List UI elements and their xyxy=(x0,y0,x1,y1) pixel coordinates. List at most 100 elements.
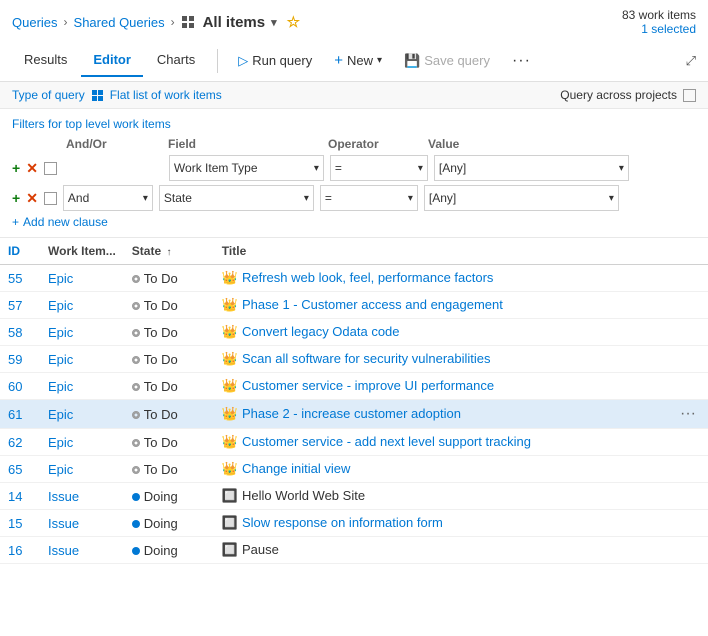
cell-state: To Do xyxy=(124,429,214,456)
cell-type: Issue xyxy=(40,510,124,537)
table-row[interactable]: 15 Issue Doing 🔲Slow response on informa… xyxy=(0,510,708,537)
table-row[interactable]: 59 Epic To Do 👑Scan all software for sec… xyxy=(0,346,708,373)
filter-checkbox-2[interactable] xyxy=(44,192,57,205)
cell-title[interactable]: 👑Refresh web look, feel, performance fac… xyxy=(214,265,668,292)
filter-remove-btn-2[interactable]: ✕ xyxy=(26,190,38,207)
cell-title[interactable]: 👑Customer service - improve UI performan… xyxy=(214,373,668,400)
table-row[interactable]: 55 Epic To Do 👑Refresh web look, feel, p… xyxy=(0,265,708,292)
filter-op-select-2[interactable]: = ▾ xyxy=(320,185,418,211)
star-icon[interactable]: ☆ xyxy=(287,13,300,31)
filter-field-select-1[interactable]: Work Item Type ▾ xyxy=(169,155,324,181)
query-type-left: Type of query Flat list of work items xyxy=(12,88,222,102)
breadcrumb-shared-queries[interactable]: Shared Queries xyxy=(74,15,165,30)
cell-more xyxy=(668,346,708,373)
tab-editor[interactable]: Editor xyxy=(81,44,143,77)
cell-id[interactable]: 65 xyxy=(0,456,40,483)
cell-id[interactable]: 15 xyxy=(0,510,40,537)
cell-title[interactable]: 👑Phase 2 - increase customer adoption xyxy=(214,400,668,429)
cell-title[interactable]: 🔲Hello World Web Site xyxy=(214,483,668,510)
cell-title[interactable]: 👑Customer service - add next level suppo… xyxy=(214,429,668,456)
cell-title[interactable]: 🔲Slow response on information form xyxy=(214,510,668,537)
cell-state: To Do xyxy=(124,400,214,429)
tab-charts[interactable]: Charts xyxy=(145,44,207,77)
add-clause-label: Add new clause xyxy=(23,215,108,229)
filter-field-value-1: Work Item Type xyxy=(174,161,258,175)
col-work-item-type[interactable]: Work Item... xyxy=(40,238,124,265)
cell-more[interactable]: ··· xyxy=(668,400,708,429)
cell-type: Epic xyxy=(40,373,124,400)
save-query-button[interactable]: 💾 Save query xyxy=(394,47,500,75)
cell-id[interactable]: 58 xyxy=(0,319,40,346)
cell-id[interactable]: 16 xyxy=(0,537,40,564)
breadcrumb-queries[interactable]: Queries xyxy=(12,15,58,30)
table-row[interactable]: 61 Epic To Do 👑Phase 2 - increase custom… xyxy=(0,400,708,429)
col-title[interactable]: Title xyxy=(214,238,668,265)
filter-op-select-1[interactable]: = ▾ xyxy=(330,155,428,181)
cell-id[interactable]: 57 xyxy=(0,292,40,319)
query-across-checkbox[interactable] xyxy=(683,89,696,102)
cell-title[interactable]: 🔲Pause xyxy=(214,537,668,564)
query-type-label: Type of query xyxy=(12,88,85,102)
cell-id[interactable]: 55 xyxy=(0,265,40,292)
chevron-icon-val-2: ▾ xyxy=(609,193,614,204)
save-icon: 💾 xyxy=(404,53,420,69)
query-across-projects-label: Query across projects xyxy=(560,88,677,102)
work-items-count: 83 work items xyxy=(622,8,696,22)
cell-id[interactable]: 61 xyxy=(0,400,40,429)
chevron-icon-field-2: ▾ xyxy=(304,193,309,204)
row-more-button[interactable]: ··· xyxy=(676,405,700,422)
chevron-down-icon-new: ▾ xyxy=(377,55,382,66)
cell-id[interactable]: 14 xyxy=(0,483,40,510)
table-row[interactable]: 62 Epic To Do 👑Customer service - add ne… xyxy=(0,429,708,456)
chevron-icon-andor-2: ▾ xyxy=(143,193,148,204)
chevron-icon-field-1: ▾ xyxy=(314,163,319,174)
state-dot xyxy=(132,275,140,283)
cell-type: Epic xyxy=(40,456,124,483)
new-button[interactable]: + New ▾ xyxy=(324,46,392,75)
table-row[interactable]: 65 Epic To Do 👑Change initial view xyxy=(0,456,708,483)
state-dot xyxy=(132,439,140,447)
chevron-icon-op-1: ▾ xyxy=(418,163,423,174)
toolbar-separator-1 xyxy=(217,49,218,73)
col-id[interactable]: ID xyxy=(0,238,40,265)
filter-andor-select-2[interactable]: And ▾ xyxy=(63,185,153,211)
filter-val-value-2: [Any] xyxy=(429,191,456,205)
cell-id[interactable]: 60 xyxy=(0,373,40,400)
filter-checkbox-1[interactable] xyxy=(44,162,57,175)
state-dot xyxy=(132,466,140,474)
cell-id[interactable]: 62 xyxy=(0,429,40,456)
cell-state: To Do xyxy=(124,265,214,292)
table-row[interactable]: 58 Epic To Do 👑Convert legacy Odata code xyxy=(0,319,708,346)
table-row[interactable]: 60 Epic To Do 👑Customer service - improv… xyxy=(0,373,708,400)
table-row[interactable]: 14 Issue Doing 🔲Hello World Web Site xyxy=(0,483,708,510)
cell-title[interactable]: 👑Convert legacy Odata code xyxy=(214,319,668,346)
table-row[interactable]: 16 Issue Doing 🔲Pause xyxy=(0,537,708,564)
cell-id[interactable]: 59 xyxy=(0,346,40,373)
breadcrumb: Queries › Shared Queries › All items ▾ ☆… xyxy=(0,0,708,40)
cell-state: Doing xyxy=(124,510,214,537)
run-query-button[interactable]: ▷ Run query xyxy=(228,47,322,75)
chevron-down-icon[interactable]: ▾ xyxy=(271,16,277,29)
table-row[interactable]: 57 Epic To Do 👑Phase 1 - Customer access… xyxy=(0,292,708,319)
filter-row-1: + ✕ Work Item Type ▾ = ▾ [Any] ▾ xyxy=(12,155,696,181)
cell-title[interactable]: 👑Phase 1 - Customer access and engagemen… xyxy=(214,292,668,319)
cell-title[interactable]: 👑Change initial view xyxy=(214,456,668,483)
filter-val-select-1[interactable]: [Any] ▾ xyxy=(434,155,629,181)
add-clause-btn[interactable]: + Add new clause xyxy=(12,215,696,229)
more-options-button[interactable]: ··· xyxy=(502,46,541,76)
filter-remove-btn-1[interactable]: ✕ xyxy=(26,160,38,177)
state-dot xyxy=(132,383,140,391)
toolbar: Results Editor Charts ▷ Run query + New … xyxy=(0,40,708,82)
filter-field-select-2[interactable]: State ▾ xyxy=(159,185,314,211)
filter-val-select-2[interactable]: [Any] ▾ xyxy=(424,185,619,211)
cell-state: To Do xyxy=(124,346,214,373)
col-state[interactable]: State ↑ xyxy=(124,238,214,265)
cell-title[interactable]: 👑Scan all software for security vulnerab… xyxy=(214,346,668,373)
state-dot xyxy=(132,520,140,528)
tab-results[interactable]: Results xyxy=(12,44,79,77)
epic-icon: 👑 xyxy=(222,434,238,449)
query-type-value[interactable]: Flat list of work items xyxy=(110,88,222,102)
filter-add-btn-2[interactable]: + xyxy=(12,190,20,206)
expand-icon[interactable]: ⤢ xyxy=(686,53,696,69)
filter-add-btn-1[interactable]: + xyxy=(12,160,20,176)
